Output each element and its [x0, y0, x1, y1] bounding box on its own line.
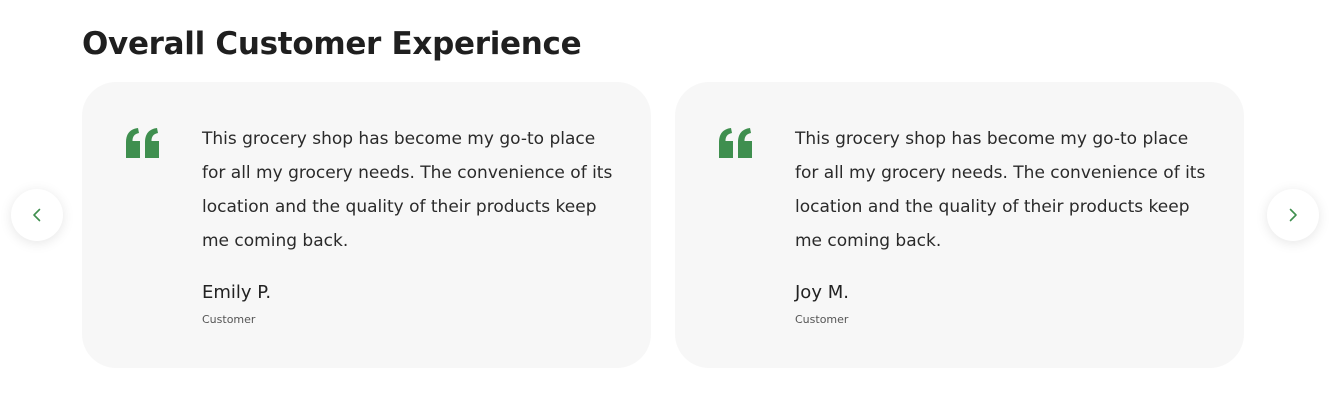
testimonial-author-role: Customer [202, 313, 256, 326]
testimonial-author-name: Joy M. [795, 282, 849, 303]
testimonial-card: This grocery shop has become my go-to pl… [675, 82, 1244, 368]
testimonial-text: This grocery shop has become my go-to pl… [795, 129, 1206, 251]
quote-icon [719, 128, 752, 158]
chevron-right-icon [1289, 208, 1297, 222]
testimonial-card: This grocery shop has become my go-to pl… [82, 82, 651, 368]
section-title: Overall Customer Experience [82, 26, 582, 62]
chevron-left-icon [33, 208, 41, 222]
carousel-next-button[interactable] [1267, 189, 1319, 241]
testimonial-author-name: Emily P. [202, 282, 272, 303]
carousel-prev-button[interactable] [11, 189, 63, 241]
testimonial-text: This grocery shop has become my go-to pl… [202, 129, 613, 251]
testimonial-author-role: Customer [795, 313, 849, 326]
quote-icon [126, 128, 159, 158]
